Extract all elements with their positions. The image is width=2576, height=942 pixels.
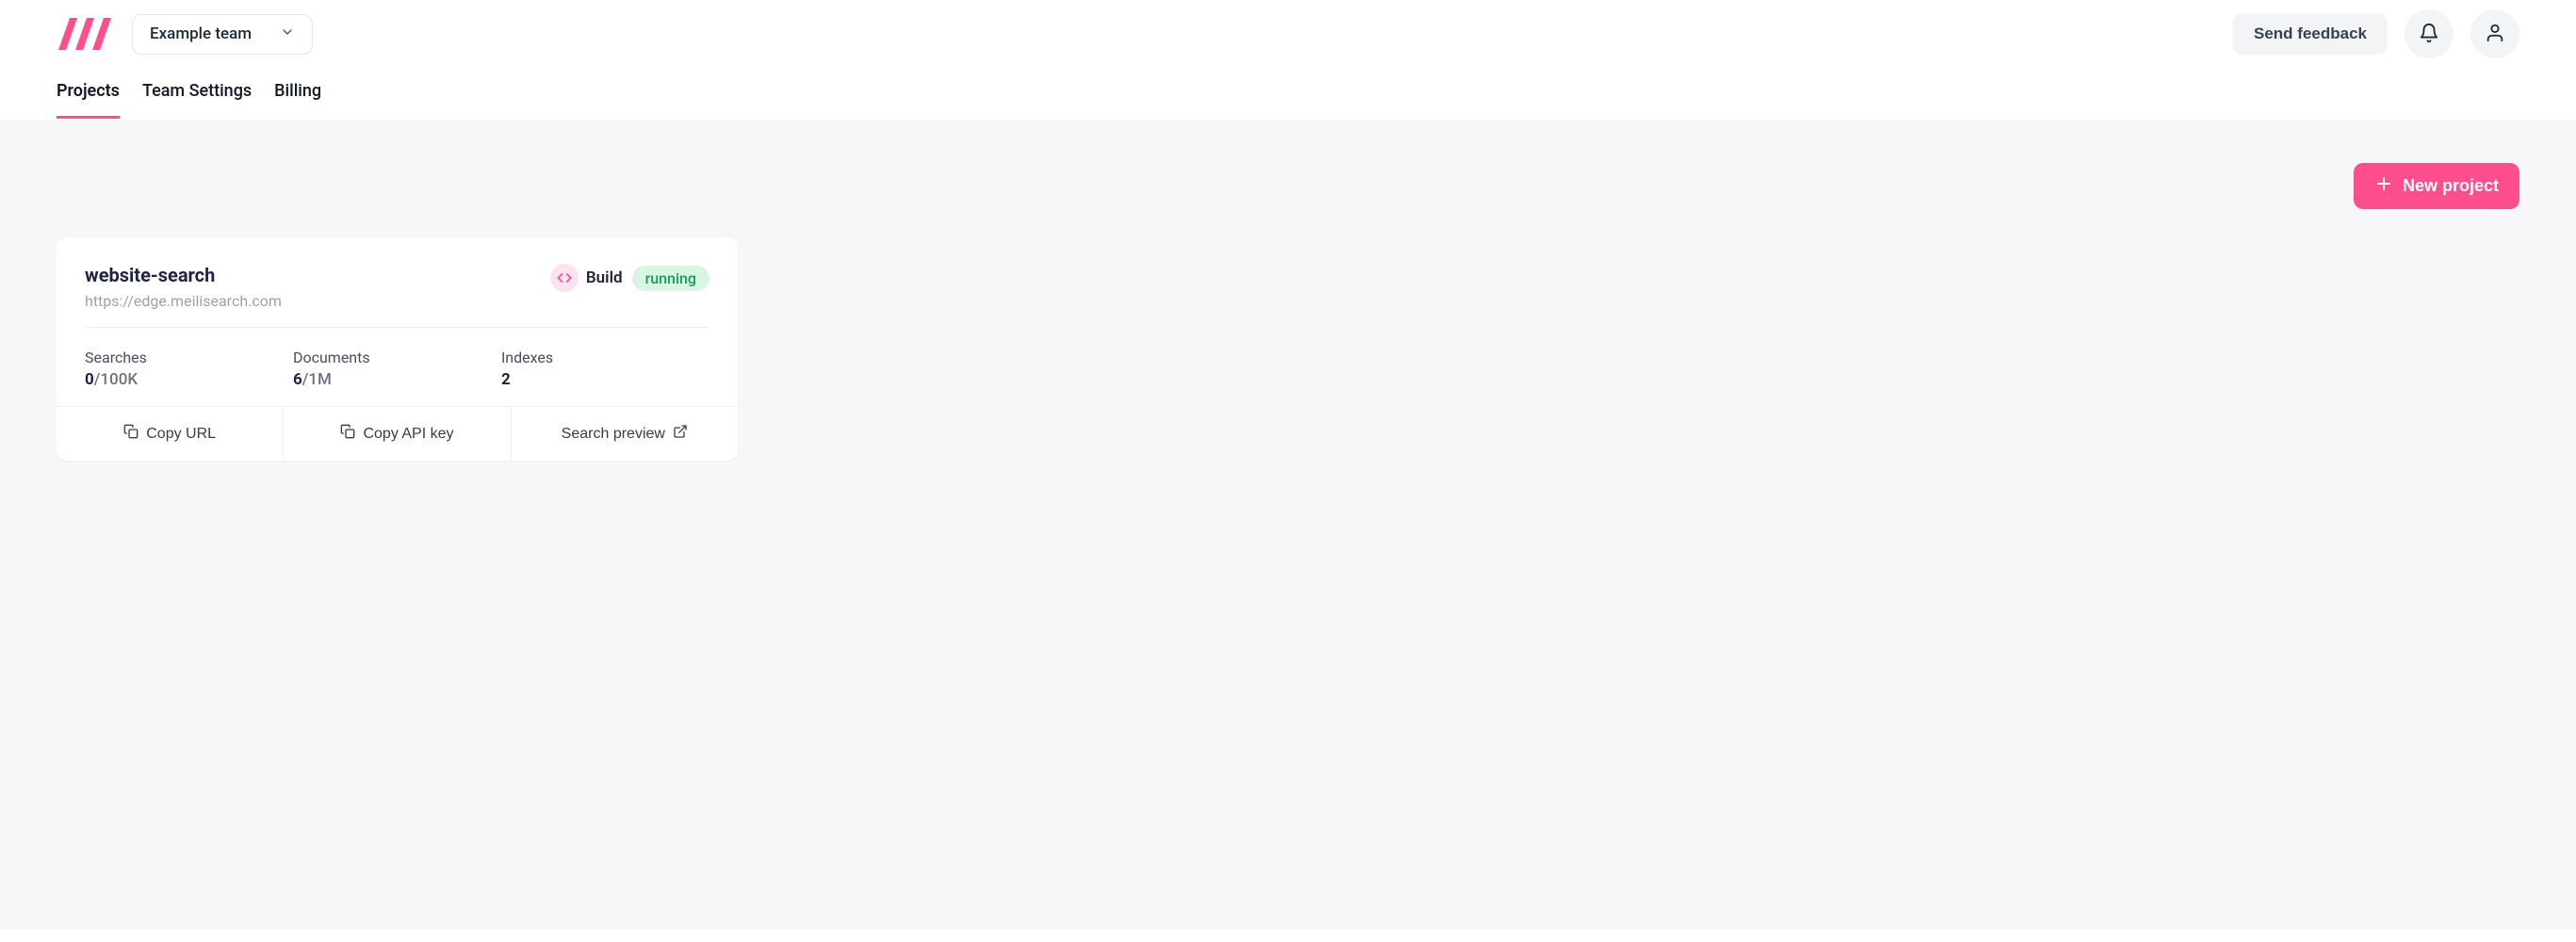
new-project-label: New project — [2403, 176, 2499, 196]
bell-icon — [2419, 23, 2439, 46]
divider — [85, 327, 709, 328]
team-name: Example team — [150, 24, 252, 43]
tab-projects[interactable]: Projects — [57, 81, 120, 119]
stat-indexes-value: 2 — [501, 370, 709, 389]
project-card[interactable]: website-search https://edge.meilisearch.… — [57, 237, 738, 461]
search-preview-button[interactable]: Search preview — [511, 407, 738, 461]
stat-documents-value: 6/1M — [293, 370, 501, 389]
copy-icon — [123, 424, 139, 444]
send-feedback-button[interactable]: Send feedback — [2233, 13, 2388, 55]
tab-team-settings[interactable]: Team Settings — [142, 81, 252, 119]
copy-api-key-button[interactable]: Copy API key — [283, 407, 510, 461]
project-url: https://edge.meilisearch.com — [85, 292, 282, 310]
stat-documents-label: Documents — [293, 349, 501, 366]
copy-icon — [340, 424, 355, 444]
account-button[interactable] — [2470, 9, 2519, 58]
notifications-button[interactable] — [2405, 9, 2454, 58]
copy-url-button[interactable]: Copy URL — [57, 407, 283, 461]
plus-icon — [2374, 174, 2393, 198]
user-icon — [2485, 23, 2505, 46]
plan-badge: Build — [550, 264, 623, 292]
external-link-icon — [673, 424, 688, 444]
logo — [57, 12, 111, 56]
new-project-button[interactable]: New project — [2354, 163, 2519, 209]
code-icon — [550, 264, 579, 292]
stat-indexes-label: Indexes — [501, 349, 709, 366]
stat-searches-value: 0/100K — [85, 370, 293, 389]
chevron-down-icon — [280, 24, 295, 44]
status-badge: running — [632, 266, 709, 291]
search-preview-label: Search preview — [562, 426, 665, 443]
copy-url-label: Copy URL — [146, 426, 216, 443]
project-name: website-search — [85, 264, 282, 286]
stat-searches-label: Searches — [85, 349, 293, 366]
copy-api-key-label: Copy API key — [363, 426, 453, 443]
tab-billing[interactable]: Billing — [274, 81, 321, 119]
plan-label: Build — [586, 268, 623, 287]
team-selector[interactable]: Example team — [132, 14, 313, 55]
